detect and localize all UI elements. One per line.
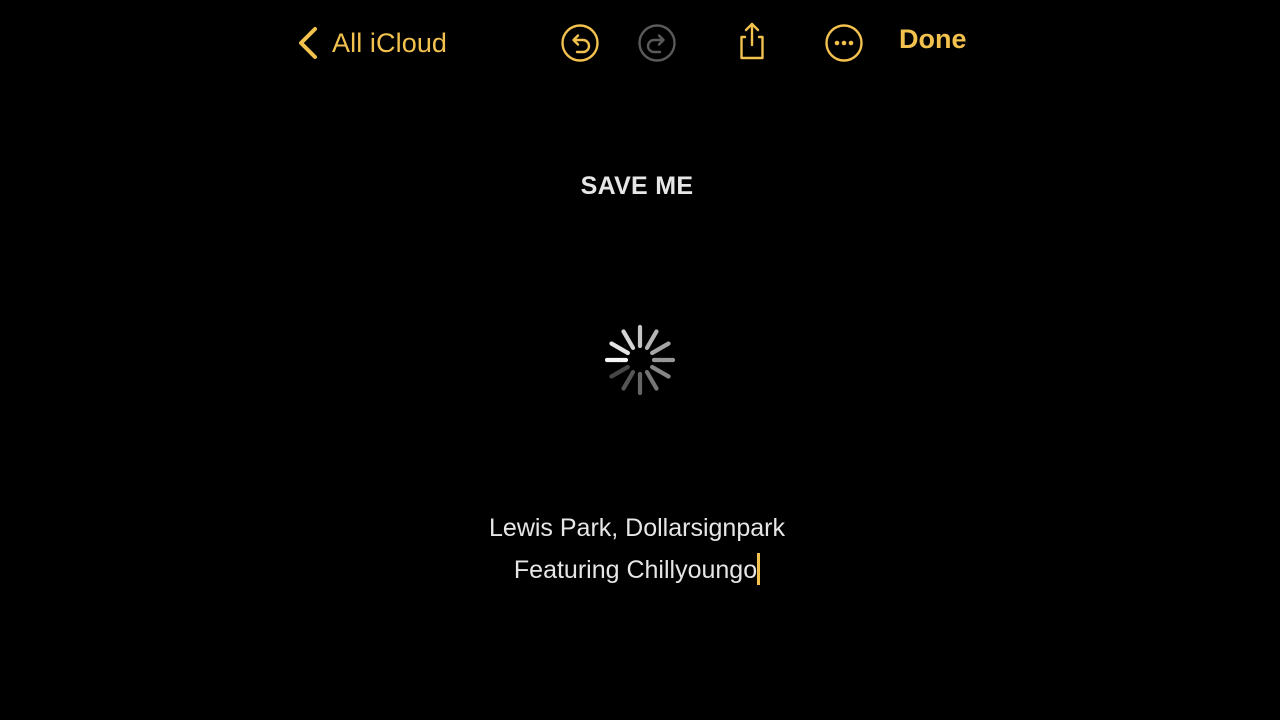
note-line: Featuring Chillyoungo [513,556,758,584]
spinner-icon [604,324,676,396]
spinner-spoke [644,329,659,350]
spinner-spoke [644,370,659,391]
redo-icon [637,23,677,63]
spinner-spoke [650,341,671,356]
note-toolbar: All iCloud Done [0,0,1280,86]
note-title[interactable]: SAVE ME [0,172,1274,201]
more-button[interactable] [824,23,864,63]
note-body[interactable]: Lewis Park, Dollarsignpark Featuring Chi… [0,507,1274,591]
back-button[interactable]: All iCloud [296,22,447,64]
share-icon [732,21,772,61]
undo-button[interactable] [560,23,600,63]
text-caret [757,553,761,585]
more-icon [824,23,864,63]
done-button[interactable]: Done [899,24,967,55]
back-button-label: All iCloud [332,27,448,58]
spinner-spoke [621,370,636,391]
notes-screen: All iCloud Done SAVE ME Lewis Park, Doll… [0,0,1280,720]
spinner-spoke [609,341,630,356]
undo-icon [560,23,600,63]
spinner-spoke [650,364,671,379]
redo-button[interactable] [637,23,677,63]
note-line-with-caret: Featuring Chillyoungo [0,549,1274,591]
spinner-spoke [609,364,630,379]
chevron-left-icon [296,25,320,61]
note-line: Lewis Park, Dollarsignpark [489,514,785,542]
share-button[interactable] [732,21,772,61]
spinner-spoke [621,329,636,350]
